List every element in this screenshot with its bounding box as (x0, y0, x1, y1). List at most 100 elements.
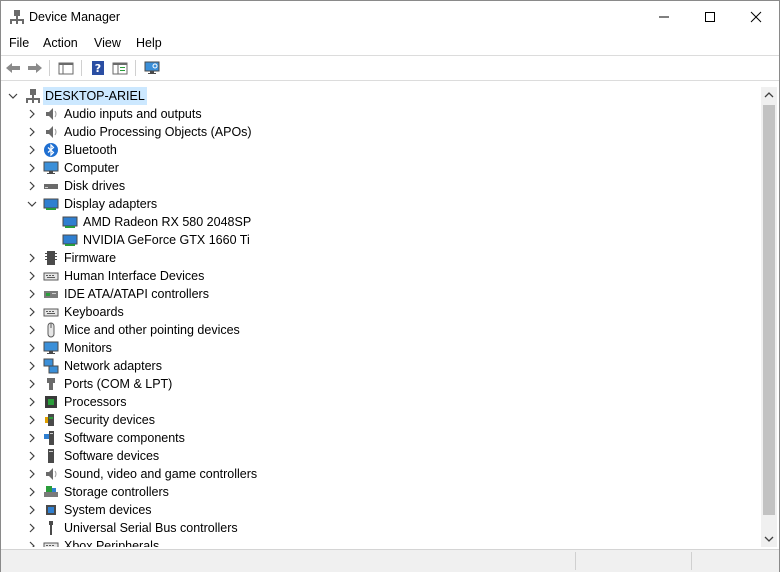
properties-icon (112, 62, 128, 75)
tree-item-label: Sound, video and game controllers (64, 467, 258, 481)
toolbar: ? (1, 55, 779, 81)
svg-text:?: ? (95, 62, 101, 75)
tree-category-item[interactable]: Network adapters (1, 357, 761, 375)
properties-button[interactable] (111, 59, 129, 77)
minimize-button[interactable] (641, 1, 687, 33)
security-icon (43, 412, 59, 428)
tree-category-item[interactable]: Security devices (1, 411, 761, 429)
show-hide-console-tree-button[interactable] (57, 59, 75, 77)
menu-bar: File Action View Help (1, 33, 779, 55)
chevron-right-icon[interactable] (26, 108, 38, 120)
tree-item-label: Human Interface Devices (64, 269, 205, 283)
scan-hardware-changes-button[interactable] (143, 59, 161, 77)
close-button[interactable] (733, 1, 779, 33)
chevron-right-icon[interactable] (26, 162, 38, 174)
help-icon: ? (92, 61, 104, 75)
mouse-icon (43, 322, 59, 338)
tree-category-item[interactable]: Bluetooth (1, 141, 761, 159)
chevron-right-icon[interactable] (26, 378, 38, 390)
tree-category-item[interactable]: Audio inputs and outputs (1, 105, 761, 123)
scroll-thumb[interactable] (763, 105, 775, 515)
tree-category-item[interactable]: Storage controllers (1, 483, 761, 501)
tree-category-item[interactable]: Monitors (1, 339, 761, 357)
device-manager-icon (9, 9, 25, 25)
chevron-right-icon[interactable] (26, 360, 38, 372)
scroll-down-arrow[interactable] (761, 531, 777, 547)
chevron-right-icon[interactable] (26, 504, 38, 516)
tree-category-item[interactable]: Processors (1, 393, 761, 411)
chevron-right-icon[interactable] (26, 432, 38, 444)
tree-category-item[interactable]: Audio Processing Objects (APOs) (1, 123, 761, 141)
chevron-right-icon[interactable] (26, 342, 38, 354)
tree-category-item[interactable]: Sound, video and game controllers (1, 465, 761, 483)
chevron-down-icon[interactable] (26, 198, 38, 210)
computer-icon (43, 160, 59, 176)
tree-category-item[interactable]: Human Interface Devices (1, 267, 761, 285)
root-computer-label: DESKTOP-ARIEL (43, 87, 147, 105)
chevron-right-icon[interactable] (26, 324, 38, 336)
status-divider (691, 552, 692, 570)
port-icon (43, 376, 59, 392)
chevron-right-icon[interactable] (26, 288, 38, 300)
back-button[interactable] (4, 59, 22, 77)
chevron-right-icon[interactable] (26, 414, 38, 426)
tree-category-item[interactable]: Computer (1, 159, 761, 177)
chevron-down-icon[interactable] (7, 90, 19, 102)
device-tree[interactable]: DESKTOP-ARIEL Audio inputs and outputs Au… (1, 87, 761, 547)
tree-item-label: Xbox Peripherals (64, 539, 160, 547)
tree-category-item[interactable]: Ports (COM & LPT) (1, 375, 761, 393)
maximize-icon (705, 12, 715, 22)
tree-item-label: Security devices (64, 413, 156, 427)
tree-item-label: Software devices (64, 449, 160, 463)
maximize-button[interactable] (687, 1, 733, 33)
chevron-right-icon[interactable] (26, 270, 38, 282)
chevron-right-icon[interactable] (26, 396, 38, 408)
tree-category-item[interactable]: Display adapters (1, 195, 761, 213)
chevron-right-icon[interactable] (26, 522, 38, 534)
monitor-icon (43, 340, 59, 356)
chevron-right-icon[interactable] (26, 126, 38, 138)
title-bar[interactable]: Device Manager (1, 1, 779, 33)
chevron-right-icon[interactable] (26, 180, 38, 192)
menu-help[interactable]: Help (136, 36, 162, 50)
tree-category-item[interactable]: Universal Serial Bus controllers (1, 519, 761, 537)
menu-action[interactable]: Action (43, 36, 78, 50)
chevron-right-icon[interactable] (26, 468, 38, 480)
vertical-scrollbar[interactable] (761, 87, 777, 547)
help-button[interactable]: ? (89, 59, 107, 77)
tree-category-item[interactable]: IDE ATA/ATAPI controllers (1, 285, 761, 303)
tree-category-item[interactable]: Software devices (1, 447, 761, 465)
firmware-icon (43, 250, 59, 266)
chevron-right-icon[interactable] (26, 540, 38, 547)
chevron-right-icon[interactable] (26, 306, 38, 318)
forward-button[interactable] (26, 59, 44, 77)
tree-root[interactable]: DESKTOP-ARIEL (1, 87, 761, 105)
tree-device-item[interactable]: AMD Radeon RX 580 2048SP (1, 213, 761, 231)
chevron-right-icon[interactable] (26, 486, 38, 498)
window-title: Device Manager (29, 10, 121, 24)
menu-file[interactable]: File (9, 36, 29, 50)
tree-item-label: Computer (64, 161, 119, 175)
tree-device-item[interactable]: NVIDIA GeForce GTX 1660 Ti (1, 231, 761, 249)
tree-category-item[interactable]: Software components (1, 429, 761, 447)
tree-category-item[interactable]: Xbox Peripherals (1, 537, 761, 547)
controller-icon (43, 286, 59, 302)
status-divider (575, 552, 576, 570)
minimize-icon (659, 16, 669, 18)
chevron-right-icon[interactable] (26, 252, 38, 264)
tree-category-item[interactable]: Keyboards (1, 303, 761, 321)
chevron-right-icon[interactable] (26, 450, 38, 462)
tree-item-label: Processors (64, 395, 127, 409)
disk-drive-icon (43, 178, 59, 194)
chevron-right-icon[interactable] (26, 144, 38, 156)
forward-arrow-icon (28, 63, 42, 73)
scroll-up-arrow[interactable] (761, 87, 777, 103)
menu-view[interactable]: View (94, 36, 121, 50)
tree-category-item[interactable]: Mice and other pointing devices (1, 321, 761, 339)
tree-item-label: Display adapters (64, 197, 158, 211)
tree-category-item[interactable]: Disk drives (1, 177, 761, 195)
tree-item-label: Software components (64, 431, 185, 445)
tree-category-item[interactable]: Firmware (1, 249, 761, 267)
tree-category-item[interactable]: System devices (1, 501, 761, 519)
keyboard-icon (43, 268, 59, 284)
